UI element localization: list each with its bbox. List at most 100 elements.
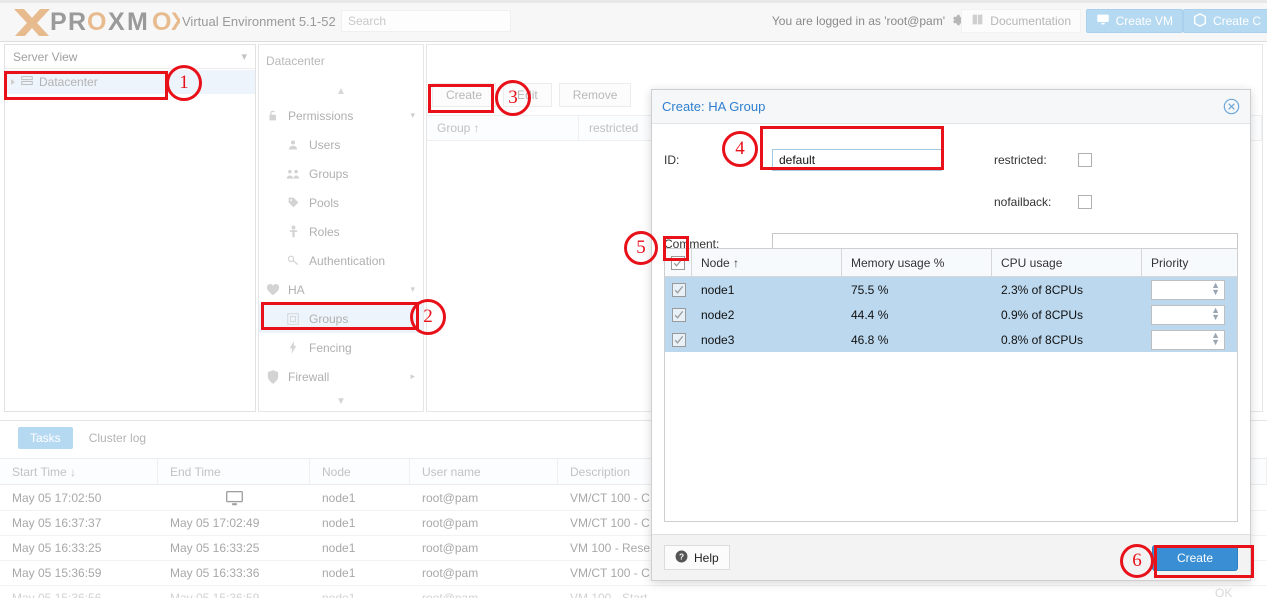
create-ct-label: Create C — [1212, 14, 1261, 28]
proxmox-logo[interactable]: P R O X M O X — [12, 6, 180, 36]
ha-group-id-input[interactable]: default — [772, 149, 942, 171]
users-icon — [285, 168, 301, 180]
column-header-cpu-usage[interactable]: CPU usage — [992, 249, 1142, 276]
svg-text:R: R — [68, 8, 86, 36]
priority-stepper[interactable]: ▲ ▼ — [1151, 304, 1225, 325]
logged-in-status: You are logged in as 'root@pam' — [771, 14, 945, 28]
cell-priority: ▲ ▼ — [1142, 277, 1237, 302]
create-toolbar-button[interactable]: Create — [432, 83, 497, 107]
nav-item-users[interactable]: Users — [259, 130, 423, 159]
nav-label-pools: Pools — [309, 195, 340, 210]
row-checkbox[interactable] — [665, 327, 692, 352]
cell-user: root@pam — [422, 541, 479, 555]
nav-item-groups-perm[interactable]: Groups — [259, 159, 423, 188]
server-icon — [20, 74, 34, 91]
annotation-marker-5: 5 — [624, 231, 658, 265]
nav-item-firewall[interactable]: Firewall ▸ — [259, 362, 423, 391]
column-header-user-name[interactable]: User name — [410, 459, 558, 484]
book-icon — [971, 13, 984, 29]
nav-scroll-up-button[interactable]: ▲ — [259, 83, 423, 99]
row-checkbox[interactable] — [665, 302, 692, 327]
tab-tasks[interactable]: Tasks — [18, 427, 73, 449]
row-checkbox[interactable] — [665, 277, 692, 302]
chevron-down-icon[interactable]: ▾ — [410, 110, 415, 121]
close-icon[interactable] — [1223, 98, 1240, 115]
remove-toolbar-button[interactable]: Remove — [558, 83, 632, 107]
column-header-memory-usage[interactable]: Memory usage % — [842, 249, 992, 276]
datacenter-tree-item[interactable]: Datacenter — [5, 70, 255, 94]
documentation-button[interactable]: Documentation — [961, 9, 1081, 33]
cell-cpu-usage: 0.9% of 8CPUs — [1001, 307, 1084, 322]
cell-start-time: May 05 15:36:59 — [12, 566, 102, 580]
cell-node: node1 — [322, 566, 356, 580]
cell-user: root@pam — [422, 591, 479, 598]
cell-cpu-usage: 0.8% of 8CPUs — [1001, 332, 1084, 347]
stepper-arrows-icon[interactable]: ▲ ▼ — [1211, 305, 1220, 321]
annotation-marker-6: 6 — [1120, 544, 1154, 578]
column-header-node[interactable]: Node ↑ — [692, 249, 842, 276]
nav-scroll-down-button[interactable]: ▼ — [259, 393, 423, 409]
table-row[interactable]: node2 44.4 % 0.9% of 8CPUs ▲ ▼ — [665, 302, 1237, 327]
create-vm-label: Create VM — [1115, 14, 1173, 28]
tag-icon — [285, 196, 301, 209]
nofailback-checkbox[interactable] — [1078, 195, 1092, 209]
node-selection-grid: Node ↑ Memory usage % CPU usage Priority… — [664, 248, 1238, 522]
column-header-priority[interactable]: Priority — [1142, 249, 1237, 276]
expand-arrow-icon[interactable] — [11, 79, 15, 85]
table-row[interactable]: node3 46.8 % 0.8% of 8CPUs ▲ ▼ — [665, 327, 1237, 352]
stepper-arrows-icon[interactable]: ▲ ▼ — [1211, 330, 1220, 346]
chevron-right-icon[interactable]: ▸ — [410, 371, 415, 382]
nav-item-fencing[interactable]: Fencing — [259, 333, 423, 362]
cell-priority: ▲ ▼ — [1142, 302, 1237, 327]
restricted-checkbox[interactable] — [1078, 153, 1092, 167]
nav-item-pools[interactable]: Pools — [259, 188, 423, 217]
cell-memory-usage: 75.5 % — [851, 282, 889, 297]
top-header-bar: P R O X M O X Virtual Environment 5.1-52… — [0, 0, 1267, 42]
box-icon — [1193, 12, 1207, 30]
unlock-icon — [265, 109, 281, 122]
column-header-group[interactable]: Group ↑ — [427, 116, 579, 140]
svg-text:P: P — [50, 8, 67, 36]
nav-label-roles: Roles — [309, 224, 340, 239]
help-button[interactable]: ? Help — [664, 545, 730, 570]
priority-stepper[interactable]: ▲ ▼ — [1151, 329, 1225, 350]
nav-label-fencing: Fencing — [309, 340, 352, 355]
shield-icon — [265, 369, 281, 384]
table-row[interactable]: node1 75.5 % 2.3% of 8CPUs ▲ ▼ — [665, 277, 1237, 302]
table-row[interactable]: May 05 15:36:56 May 05 15:36:59 node1 ro… — [0, 586, 1267, 598]
create-vm-button[interactable]: Create VM — [1085, 9, 1183, 33]
column-header-end-time[interactable]: End Time — [158, 459, 310, 484]
cell-end-time: May 05 17:02:49 — [170, 516, 260, 530]
column-header-start-time[interactable]: Start Time ↓ — [0, 459, 158, 484]
annotation-marker-3: 3 — [495, 80, 531, 116]
nav-item-permissions[interactable]: Permissions ▾ — [259, 101, 423, 130]
cell-start-time: May 05 15:36:56 — [12, 591, 102, 598]
nav-label-permissions: Permissions — [288, 108, 354, 123]
question-mark-icon: ? — [675, 550, 688, 566]
chevron-down-icon[interactable]: ▾ — [410, 284, 415, 295]
tab-cluster-log[interactable]: Cluster log — [77, 427, 158, 449]
cell-memory-usage: 44.4 % — [851, 307, 889, 322]
select-all-nodes-checkbox[interactable] — [665, 249, 692, 276]
view-selector[interactable]: Server View ▾ — [5, 45, 255, 69]
priority-stepper[interactable]: ▲ ▼ — [1151, 279, 1225, 300]
svg-text:O: O — [87, 8, 106, 36]
nav-item-authentication[interactable]: Authentication — [259, 246, 423, 275]
cell-node: node1 — [322, 491, 356, 505]
nav-item-ha[interactable]: HA ▾ — [259, 275, 423, 304]
person-icon — [285, 225, 301, 238]
stepper-arrows-icon[interactable]: ▲ ▼ — [1211, 280, 1220, 296]
search-input[interactable]: Search — [341, 10, 511, 32]
dialog-create-button[interactable]: Create — [1151, 544, 1238, 571]
datacenter-label: Datacenter — [39, 75, 98, 89]
cell-memory-usage: 46.8 % — [851, 332, 889, 347]
help-label: Help — [694, 550, 719, 565]
column-header-node[interactable]: Node — [310, 459, 410, 484]
nav-item-ha-groups[interactable]: Groups — [259, 304, 423, 333]
annotation-marker-2: 2 — [410, 299, 446, 335]
nav-item-roles[interactable]: Roles — [259, 217, 423, 246]
background-ok-label: OK — [1215, 586, 1233, 598]
bolt-icon — [285, 341, 301, 354]
create-ct-button[interactable]: Create C — [1182, 9, 1267, 33]
svg-text:O: O — [152, 8, 171, 36]
